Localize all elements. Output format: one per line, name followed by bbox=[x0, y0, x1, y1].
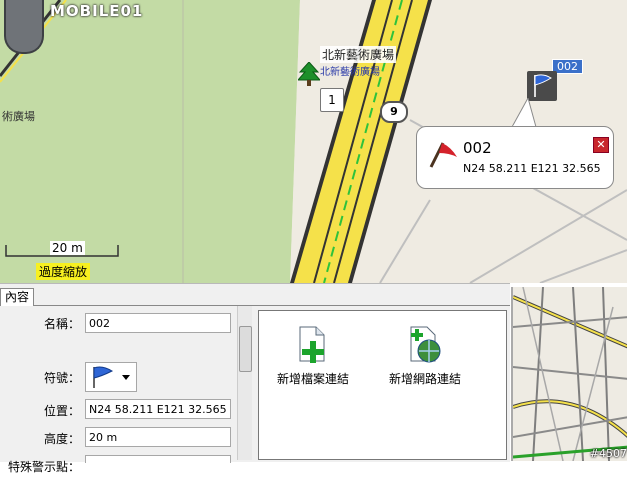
blue-flag-icon bbox=[93, 366, 130, 388]
tree-icon[interactable] bbox=[298, 62, 320, 88]
waypoint-properties-panel: 內容 名稱： 002 符號： 位置： N24 58.211 E121 32.56… bbox=[0, 283, 510, 474]
add-file-link-label: 新增檔案連結 bbox=[276, 372, 349, 386]
close-icon[interactable]: ✕ bbox=[593, 137, 609, 153]
park-label: 術廣場 bbox=[2, 110, 35, 123]
add-web-link-label: 新增網路連結 bbox=[388, 372, 461, 386]
overzoom-indicator: 過度縮放 bbox=[36, 263, 91, 280]
symbol-dropdown[interactable] bbox=[85, 362, 137, 392]
add-web-link-button[interactable]: 新增網路連結 bbox=[377, 325, 473, 387]
form-scrollbar[interactable] bbox=[237, 306, 252, 460]
tab-content[interactable]: 內容 bbox=[0, 288, 35, 306]
overview-minimap[interactable]: #4507 bbox=[511, 287, 627, 461]
road-shield: 9 bbox=[380, 101, 408, 123]
park-area bbox=[0, 0, 300, 283]
callout-pointer bbox=[511, 98, 537, 128]
altitude-field[interactable]: 20 m bbox=[85, 427, 231, 447]
watermark-logo: MOBILE01 bbox=[50, 2, 144, 20]
position-field[interactable]: N24 58.211 E121 32.565 bbox=[85, 399, 231, 419]
links-area: 新增檔案連結 新增網路連結 bbox=[258, 310, 507, 460]
callout-title: 002 bbox=[463, 139, 492, 157]
add-file-link-button[interactable]: 新增檔案連結 bbox=[273, 325, 353, 387]
callout-coordinates: N24 58.211 E121 32.565 bbox=[463, 162, 601, 175]
waypoint-number-marker[interactable]: 1 bbox=[320, 88, 344, 112]
name-label: 名稱： bbox=[43, 317, 80, 331]
poi-sublabel: 北新藝術廣場 bbox=[320, 67, 380, 78]
symbol-label: 符號： bbox=[43, 371, 80, 385]
proximity-field[interactable] bbox=[85, 455, 231, 463]
position-label: 位置： bbox=[43, 404, 80, 418]
add-file-icon bbox=[299, 326, 325, 363]
map-pan-control[interactable] bbox=[4, 0, 44, 54]
scrollbar-thumb[interactable] bbox=[239, 326, 252, 372]
chevron-down-icon bbox=[122, 375, 130, 380]
map-view[interactable]: MOBILE01 北新藝術廣場 北新藝術廣場 術廣場 1 9 002 002 N… bbox=[0, 0, 627, 283]
red-flag-icon bbox=[429, 142, 457, 168]
minimap-canvas bbox=[513, 287, 627, 461]
waypoint-flag-marker[interactable] bbox=[527, 71, 557, 101]
property-form: 名稱： 002 符號： 位置： N24 58.211 E121 32.565 高… bbox=[0, 306, 254, 474]
poi-label: 北新藝術廣場 bbox=[320, 46, 397, 63]
blue-flag-icon bbox=[534, 74, 552, 97]
waypoint-callout[interactable]: 002 N24 58.211 E121 32.565 ✕ bbox=[416, 126, 614, 189]
altitude-label: 高度： bbox=[43, 432, 80, 446]
map-scale-label: 20 m bbox=[50, 241, 85, 255]
minimap-tag: #4507 bbox=[589, 447, 627, 460]
add-web-link-icon bbox=[410, 326, 441, 363]
name-field[interactable]: 002 bbox=[85, 313, 231, 333]
